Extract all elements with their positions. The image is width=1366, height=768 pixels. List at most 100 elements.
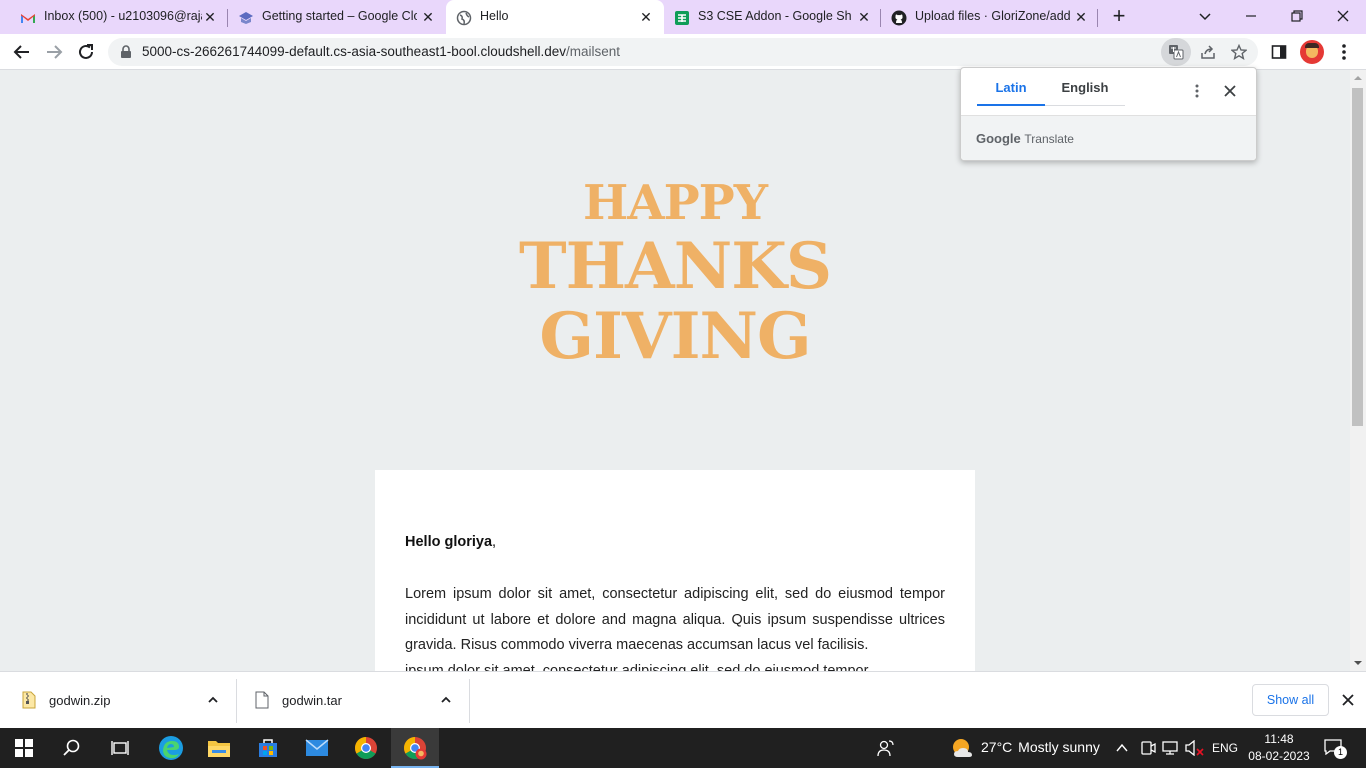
tab-title: Hello — [480, 9, 509, 23]
tab-google-cloud[interactable]: Getting started – Google Clo ✕ — [238, 0, 438, 34]
tab-title: Inbox (500) - u2103096@raja — [44, 9, 202, 23]
translate-wordmark: Translate — [1024, 132, 1074, 146]
tab-separator — [880, 9, 881, 27]
volume-muted-icon[interactable] — [1185, 740, 1205, 756]
taskbar-mail[interactable] — [293, 728, 341, 768]
notification-badge: 1 — [1334, 746, 1347, 759]
start-button[interactable] — [0, 728, 48, 768]
notification-center-button[interactable]: 1 — [1322, 738, 1348, 760]
side-panel-icon[interactable] — [1271, 44, 1287, 60]
translate-popup: Latin English Google Translate — [960, 67, 1257, 161]
taskbar-file-explorer[interactable] — [195, 728, 243, 768]
tab-google-sheets[interactable]: S3 CSE Addon - Google Shee ✕ — [674, 0, 874, 34]
close-downloads-icon[interactable] — [1342, 694, 1354, 706]
taskbar-store[interactable] — [244, 728, 292, 768]
close-tab-icon[interactable]: ✕ — [856, 9, 872, 25]
task-view-icon — [111, 741, 129, 755]
chevron-up-icon[interactable] — [440, 694, 452, 706]
download-item[interactable]: godwin.tar — [237, 672, 469, 729]
message-text: Lorem ipsum dolor sit amet, consectetur … — [405, 586, 945, 653]
folder-icon — [208, 741, 230, 757]
headline-giving: GIVING — [539, 299, 811, 374]
tab-gmail[interactable]: Inbox (500) - u2103096@raja ✕ — [20, 0, 220, 34]
url-path: /mailsent — [566, 44, 621, 59]
back-button[interactable] — [10, 40, 34, 64]
translate-tab-target[interactable]: English — [1045, 80, 1125, 106]
weather-widget[interactable]: 27°C Mostly sunny — [981, 739, 1100, 755]
show-all-downloads-button[interactable]: Show all — [1252, 684, 1329, 716]
profile-avatar[interactable] — [1300, 40, 1324, 64]
windows-logo-icon — [15, 739, 33, 757]
task-view-button[interactable] — [96, 728, 144, 768]
taskbar-chrome-active[interactable] — [391, 728, 439, 768]
greeting: Hello gloriya, — [405, 534, 496, 550]
search-icon — [63, 739, 80, 756]
github-icon — [891, 10, 907, 26]
taskbar-chrome[interactable] — [342, 728, 390, 768]
weather-description: Mostly sunny — [1018, 739, 1100, 755]
clock[interactable]: 11:48 08-02-2023 — [1248, 731, 1310, 765]
mail-icon — [305, 739, 329, 756]
minimize-button[interactable] — [1228, 0, 1274, 34]
weather-sun-cloud-icon[interactable] — [950, 737, 974, 759]
forward-button[interactable] — [42, 40, 66, 64]
google-cloud-icon — [239, 12, 253, 24]
language-indicator[interactable]: ENG — [1212, 741, 1238, 755]
scroll-up-arrow-icon[interactable] — [1350, 72, 1366, 84]
close-tab-icon[interactable]: ✕ — [202, 9, 218, 25]
clock-time: 11:48 — [1264, 732, 1294, 746]
scroll-down-arrow-icon[interactable] — [1350, 657, 1366, 669]
browser-menu-icon[interactable] — [1336, 42, 1352, 62]
chrome-icon — [355, 737, 377, 759]
translate-options-icon[interactable] — [1189, 83, 1205, 99]
new-tab-button[interactable]: + — [1096, 0, 1142, 34]
close-tab-icon[interactable]: ✕ — [1073, 9, 1089, 25]
bookmark-star-icon[interactable] — [1231, 44, 1247, 60]
mail-card: Hello gloriya, Lorem ipsum dolor sit ame… — [375, 470, 975, 671]
download-filename: godwin.zip — [49, 693, 111, 708]
tray-chevron-up-icon[interactable] — [1115, 741, 1129, 755]
address-bar[interactable]: 5000-cs-266261744099-default.cs-asia-sou… — [108, 38, 1258, 66]
lock-icon[interactable] — [120, 45, 132, 59]
tab-github[interactable]: Upload files · GloriZone/addo ✕ — [891, 0, 1091, 34]
scrollbar-thumb[interactable] — [1352, 88, 1363, 426]
globe-icon — [456, 10, 472, 26]
message-text-continued: ipsum dolor sit amet, consectetur adipis… — [405, 662, 869, 672]
translate-tab-source[interactable]: Latin — [977, 80, 1045, 106]
download-item[interactable]: godwin.zip — [0, 672, 236, 729]
reload-button[interactable] — [74, 40, 98, 64]
file-icon — [255, 691, 269, 709]
tab-search-chevron-icon[interactable] — [1182, 0, 1228, 34]
url-host: 5000-cs-266261744099-default.cs-asia-sou… — [142, 44, 567, 59]
translate-page-icon[interactable] — [1161, 38, 1191, 66]
zip-file-icon — [22, 691, 36, 709]
chevron-up-icon[interactable] — [207, 694, 219, 706]
google-sheets-icon — [675, 11, 689, 25]
tab-title: Getting started – Google Clo — [262, 9, 417, 23]
clock-date: 08-02-2023 — [1248, 749, 1310, 763]
download-filename: godwin.tar — [282, 693, 342, 708]
gmail-icon — [21, 14, 35, 23]
microsoft-store-icon — [259, 739, 277, 757]
tab-title: Upload files · GloriZone/addo — [915, 9, 1070, 23]
translate-close-icon[interactable] — [1223, 84, 1237, 98]
close-window-button[interactable] — [1320, 0, 1366, 34]
url-text[interactable]: 5000-cs-266261744099-default.cs-asia-sou… — [142, 44, 620, 59]
message-paragraph: Lorem ipsum dolor sit amet, consectetur … — [405, 582, 945, 671]
share-icon[interactable] — [1200, 44, 1216, 60]
people-icon[interactable] — [877, 739, 895, 757]
close-tab-icon[interactable]: ✕ — [638, 9, 654, 25]
browser-tab-strip: Inbox (500) - u2103096@raja ✕ Getting st… — [0, 0, 1366, 34]
close-tab-icon[interactable]: ✕ — [420, 9, 436, 25]
edge-icon — [159, 736, 183, 760]
meet-now-icon[interactable] — [1140, 740, 1156, 756]
downloads-bar: godwin.zip godwin.tar Show all — [0, 671, 1366, 728]
taskbar-edge[interactable] — [146, 728, 194, 768]
chrome-profile-icon — [404, 737, 427, 760]
headline-happy: HAPPY — [582, 175, 768, 231]
tab-separator — [227, 9, 228, 27]
tab-hello[interactable]: Hello ✕ — [446, 0, 664, 34]
network-icon[interactable] — [1162, 740, 1180, 756]
restore-button[interactable] — [1274, 0, 1320, 34]
taskbar-search-button[interactable] — [48, 728, 96, 768]
